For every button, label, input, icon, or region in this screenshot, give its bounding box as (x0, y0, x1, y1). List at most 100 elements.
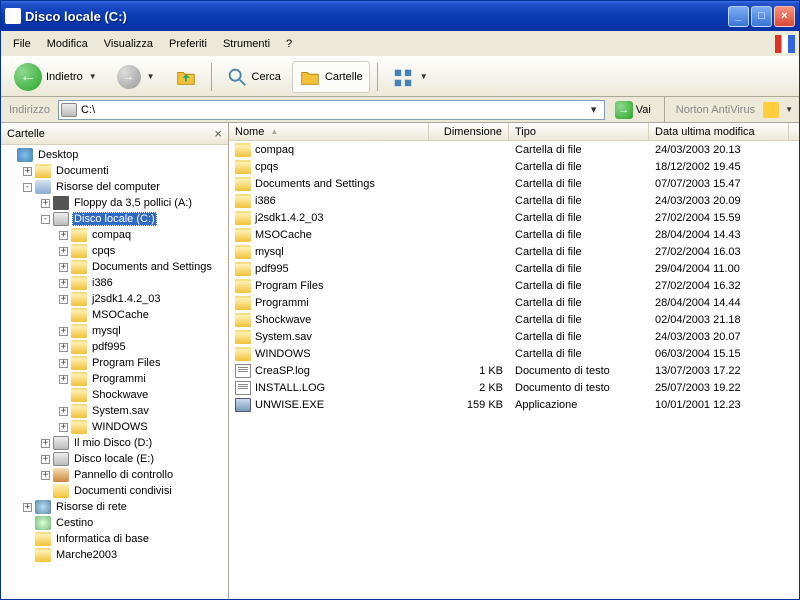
list-item[interactable]: WINDOWSCartella di file06/03/2004 15.15 (229, 345, 799, 362)
tree-item[interactable]: MSOCache (1, 307, 228, 323)
tree-item[interactable]: +Programmi (1, 371, 228, 387)
column-type[interactable]: Tipo (509, 123, 649, 140)
tree-item[interactable]: +Program Files (1, 355, 228, 371)
tree-item[interactable]: +Pannello di controllo (1, 467, 228, 483)
tree-item[interactable]: +cpqs (1, 243, 228, 259)
collapse-icon[interactable]: - (23, 183, 32, 192)
expand-icon[interactable]: + (59, 407, 68, 416)
expand-icon[interactable]: + (59, 343, 68, 352)
tree-item[interactable]: +mysql (1, 323, 228, 339)
expand-icon[interactable]: + (59, 231, 68, 240)
list-item[interactable]: i386Cartella di file24/03/2003 20.09 (229, 192, 799, 209)
list-item[interactable]: compaqCartella di file24/03/2003 20.13 (229, 141, 799, 158)
list-item[interactable]: Program FilesCartella di file27/02/2004 … (229, 277, 799, 294)
tree-item[interactable]: +WINDOWS (1, 419, 228, 435)
minimize-button[interactable]: _ (728, 6, 749, 27)
tree-item[interactable]: +j2sdk1.4.2_03 (1, 291, 228, 307)
list-item[interactable]: System.sav Cartella di file24/03/2003 20.… (229, 328, 799, 345)
maximize-button[interactable]: □ (751, 6, 772, 27)
tree-item[interactable]: -Disco locale (C:) (1, 211, 228, 227)
menu-help[interactable]: ? (278, 35, 300, 53)
expand-icon[interactable]: + (41, 455, 50, 464)
expand-icon[interactable]: + (23, 167, 32, 176)
close-button[interactable]: × (774, 6, 795, 27)
list-item[interactable]: Documents and SettingsCartella di file07… (229, 175, 799, 192)
tree-item[interactable]: +Floppy da 3,5 pollici (A:) (1, 195, 228, 211)
views-button[interactable]: ▼ (385, 61, 437, 93)
addressbar: Indirizzo C:\ ▾ → Vai Norton AntiVirus ▼ (1, 97, 799, 123)
file-name-cell: j2sdk1.4.2_03 (229, 211, 429, 225)
column-name[interactable]: Nome▲ (229, 123, 429, 140)
tree-item[interactable]: +Il mio Disco (D:) (1, 435, 228, 451)
file-type-cell: Cartella di file (509, 331, 649, 343)
tree-item[interactable]: +Disco locale (E:) (1, 451, 228, 467)
expand-icon[interactable]: + (59, 327, 68, 336)
expand-icon[interactable]: + (59, 263, 68, 272)
list-item[interactable]: pdf995Cartella di file29/04/2004 11.00 (229, 260, 799, 277)
list-item[interactable]: UNWISE.EXE159 KBApplicazione10/01/2001 1… (229, 396, 799, 413)
menu-view[interactable]: Visualizza (96, 35, 161, 53)
list-item[interactable]: ShockwaveCartella di file02/04/2003 21.1… (229, 311, 799, 328)
list-item[interactable]: ProgrammiCartella di file28/04/2004 14.4… (229, 294, 799, 311)
tree-item[interactable]: Shockwave (1, 387, 228, 403)
list-item[interactable]: CreaSP.log1 KBDocumento di testo13/07/20… (229, 362, 799, 379)
expand-icon[interactable]: + (41, 471, 50, 480)
list-item[interactable]: MSOCacheCartella di file28/04/2004 14.43 (229, 226, 799, 243)
tree-item[interactable]: +compaq (1, 227, 228, 243)
expand-icon[interactable]: + (41, 199, 50, 208)
go-button[interactable]: → Vai (609, 99, 657, 121)
expand-icon[interactable]: + (23, 503, 32, 512)
tree-item[interactable]: +Risorse di rete (1, 499, 228, 515)
list-item[interactable]: INSTALL.LOG2 KBDocumento di testo25/07/2… (229, 379, 799, 396)
tree-item[interactable]: +Documenti (1, 163, 228, 179)
chevron-down-icon[interactable]: ▾ (586, 103, 602, 116)
expand-icon[interactable]: + (41, 439, 50, 448)
list-item[interactable]: cpqsCartella di file18/12/2002 19.45 (229, 158, 799, 175)
file-type-cell: Cartella di file (509, 297, 649, 309)
tree-item[interactable]: Documenti condivisi (1, 483, 228, 499)
expand-icon[interactable]: + (59, 247, 68, 256)
search-button[interactable]: Cerca (219, 61, 288, 93)
tree-item[interactable]: -Risorse del computer (1, 179, 228, 195)
close-icon[interactable]: × (214, 126, 222, 141)
file-list[interactable]: compaqCartella di file24/03/2003 20.13cp… (229, 141, 799, 599)
folder-icon (235, 262, 251, 276)
tree-item[interactable]: Informatica di base (1, 531, 228, 547)
folders-button[interactable]: Cartelle (292, 61, 370, 93)
file-date-cell: 29/04/2004 11.00 (649, 263, 789, 275)
expand-icon[interactable]: + (59, 359, 68, 368)
file-date-cell: 24/03/2003 20.07 (649, 331, 789, 343)
tree-item[interactable]: Cestino (1, 515, 228, 531)
expand-icon[interactable]: + (59, 375, 68, 384)
menu-tools[interactable]: Strumenti (215, 35, 278, 53)
file-name-cell: System.sav (229, 330, 429, 344)
chevron-down-icon[interactable]: ▼ (783, 105, 795, 114)
collapse-icon[interactable]: - (41, 215, 50, 224)
up-button[interactable] (168, 61, 204, 93)
list-item[interactable]: mysqlCartella di file27/02/2004 16.03 (229, 243, 799, 260)
tree-item[interactable]: Desktop (1, 147, 228, 163)
tree-label: pdf995 (90, 340, 128, 354)
norton-label[interactable]: Norton AntiVirus (672, 104, 759, 116)
menu-edit[interactable]: Modifica (39, 35, 96, 53)
menu-file[interactable]: File (5, 35, 39, 53)
menu-favorites[interactable]: Preferiti (161, 35, 215, 53)
tree-item[interactable]: +i386 (1, 275, 228, 291)
back-button[interactable]: ← Indietro ▼ (7, 58, 106, 96)
expand-icon[interactable]: + (59, 279, 68, 288)
list-item[interactable]: j2sdk1.4.2_03Cartella di file27/02/2004 … (229, 209, 799, 226)
forward-button[interactable]: → ▼ (110, 60, 164, 94)
tree-item[interactable]: + pdf995 (1, 339, 228, 355)
file-name-cell: Programmi (229, 296, 429, 310)
address-input[interactable]: C:\ ▾ (58, 100, 605, 120)
expand-icon[interactable]: + (59, 423, 68, 432)
tree-item[interactable]: Marche2003 (1, 547, 228, 563)
column-size[interactable]: Dimensione (429, 123, 509, 140)
norton-icon[interactable] (763, 102, 779, 118)
column-date[interactable]: Data ultima modifica (649, 123, 789, 140)
folder-tree[interactable]: Desktop+Documenti-Risorse del computer+F… (1, 145, 228, 599)
tree-item[interactable]: +Documents and Settings (1, 259, 228, 275)
titlebar[interactable]: Disco locale (C:) _ □ × (1, 1, 799, 31)
expand-icon[interactable]: + (59, 295, 68, 304)
tree-item[interactable]: +System.sav (1, 403, 228, 419)
